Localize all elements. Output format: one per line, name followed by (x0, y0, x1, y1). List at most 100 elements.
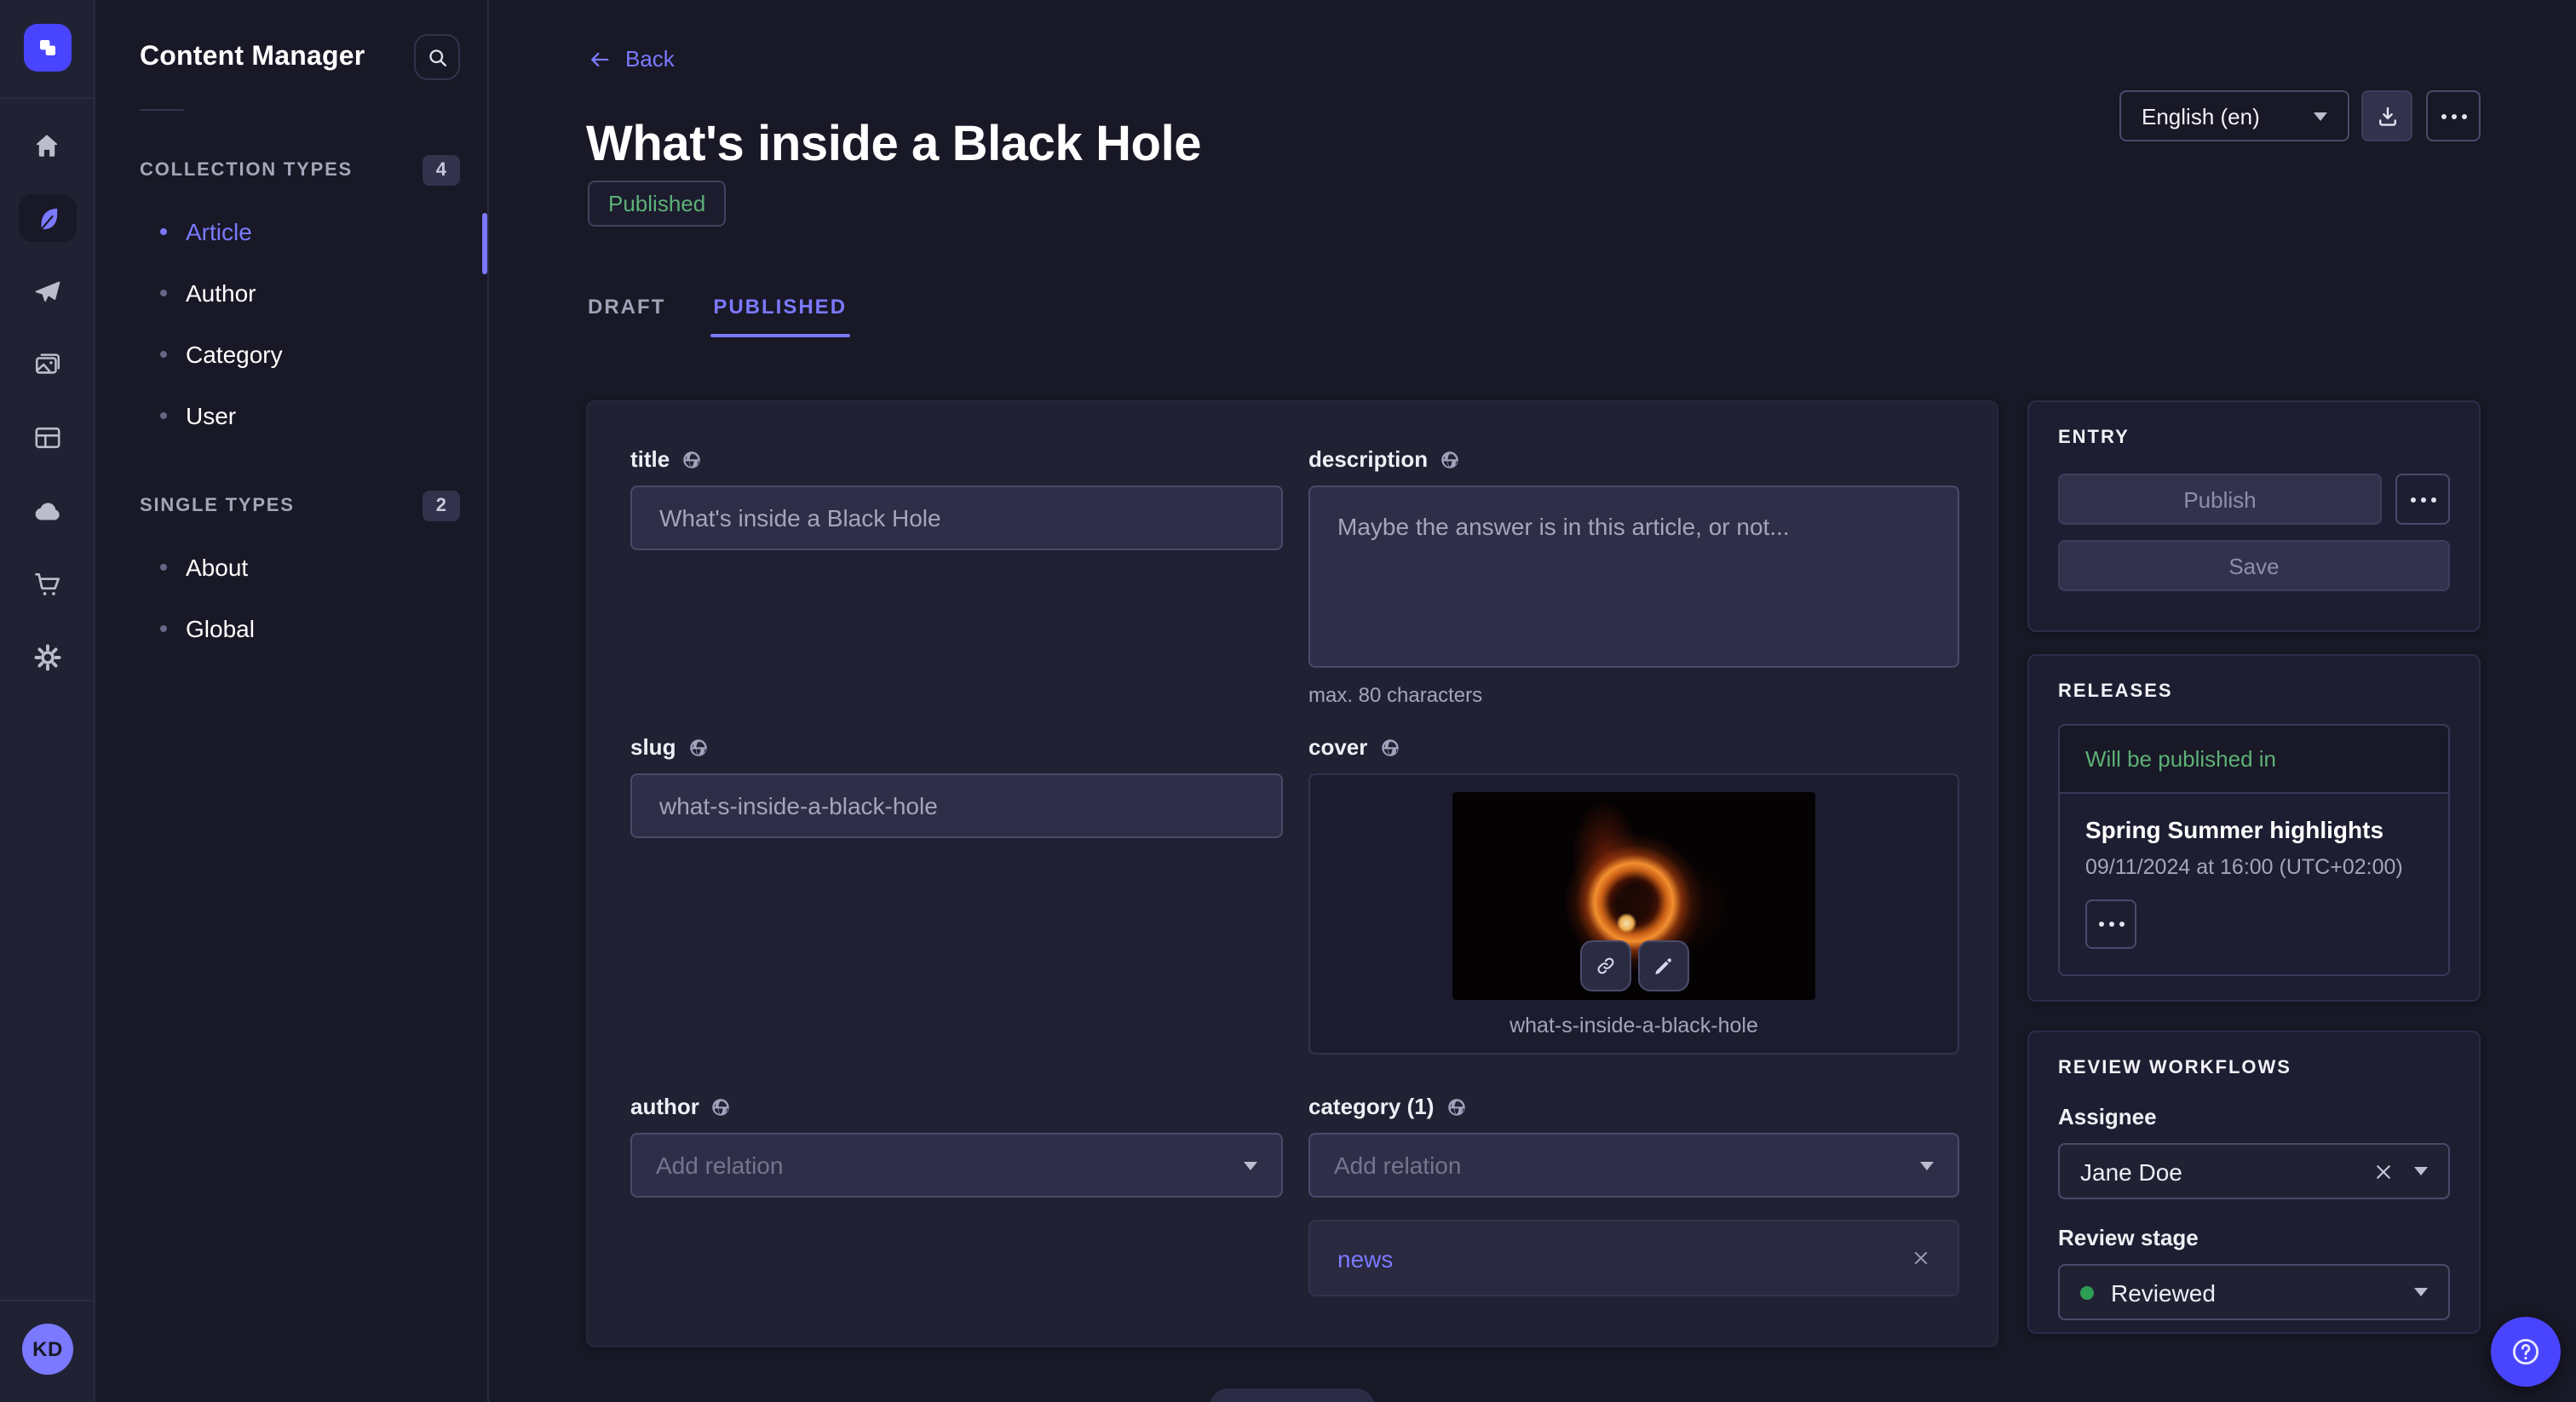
i18n-globe-icon (1440, 449, 1460, 469)
field-title: title What's inside a Black Hole (630, 446, 1283, 550)
user-avatar[interactable]: KD (22, 1324, 73, 1375)
rail-bottom-divider (0, 1300, 94, 1301)
review-workflows-panel: REVIEW WORKFLOWS Assignee Jane Doe Revie… (2027, 1031, 2481, 1334)
review-stage-label: Review stage (2058, 1225, 2450, 1250)
more-actions-button[interactable] (2426, 90, 2481, 141)
strapi-logo[interactable] (24, 24, 72, 72)
field-author-label: author (630, 1094, 699, 1119)
review-stage-select[interactable]: Reviewed (2058, 1264, 2450, 1320)
bullet-icon (160, 564, 167, 571)
version-tabs: DRAFT PUBLISHED (564, 279, 871, 337)
sidebar-header: Content Manager (95, 0, 487, 80)
edit-asset-button[interactable] (1637, 940, 1688, 991)
sidebar-item-user[interactable]: User (140, 385, 460, 446)
content-manager-sidebar: Content Manager COLLECTION TYPES 4 Artic… (95, 0, 489, 1402)
remove-relation-button[interactable] (1912, 1249, 1930, 1267)
field-slug-label: slug (630, 734, 676, 760)
status-badge: Published (588, 181, 726, 227)
chevron-down-icon (1920, 1161, 1934, 1169)
sidebar-divider (140, 109, 184, 111)
back-link[interactable]: Back (588, 46, 675, 72)
field-description-label: description (1308, 446, 1428, 472)
author-relation-select[interactable]: Add relation (630, 1133, 1283, 1198)
assignee-select[interactable]: Jane Doe (2058, 1143, 2450, 1199)
entry-more-button[interactable] (2395, 474, 2450, 525)
i18n-globe-icon (687, 737, 708, 757)
field-cover-label: cover (1308, 734, 1367, 760)
bullet-icon (160, 290, 167, 296)
field-author: author Add relation (630, 1094, 1283, 1198)
rail-nav (0, 121, 94, 681)
bullet-icon (160, 625, 167, 632)
home-icon[interactable] (18, 121, 76, 169)
content-feather-icon[interactable] (18, 194, 76, 242)
tab-published[interactable]: PUBLISHED (689, 279, 871, 337)
link-icon (1593, 954, 1617, 978)
copy-link-button[interactable] (1579, 940, 1630, 991)
cloud-icon[interactable] (18, 487, 76, 535)
entry-panel: ENTRY Publish Save (2027, 400, 2481, 632)
send-icon[interactable] (18, 267, 76, 315)
releases-panel: RELEASES Will be published in Spring Sum… (2027, 654, 2481, 1002)
single-types-section: SINGLE TYPES 2 About Global (95, 489, 487, 659)
media-library-icon[interactable] (18, 341, 76, 388)
title-input[interactable]: What's inside a Black Hole (630, 486, 1283, 550)
collection-types-label: COLLECTION TYPES (140, 160, 353, 181)
collection-types-section: COLLECTION TYPES 4 Article Author Catego… (95, 153, 487, 446)
slug-input[interactable]: what-s-inside-a-black-hole (630, 773, 1283, 838)
help-button[interactable] (2491, 1317, 2561, 1387)
release-name: Spring Summer highlights (2085, 816, 2423, 843)
description-textarea[interactable]: Maybe the answer is in this article, or … (1308, 486, 1959, 668)
i18n-globe-icon (681, 449, 702, 469)
locale-select[interactable]: English (en) (2119, 90, 2349, 141)
release-card: Will be published in Spring Summer highl… (2058, 724, 2450, 976)
tab-draft[interactable]: DRAFT (564, 279, 689, 337)
clear-assignee-button[interactable] (2373, 1161, 2394, 1181)
sidebar-item-category[interactable]: Category (140, 324, 460, 385)
sidebar-item-about[interactable]: About (140, 537, 460, 598)
save-button[interactable]: Save (2058, 540, 2450, 591)
pencil-icon (1652, 955, 1674, 977)
releases-panel-title: RELEASES (2058, 681, 2450, 702)
question-mark-icon (2510, 1336, 2542, 1368)
search-icon (425, 45, 449, 69)
field-category: category (1) Add relation news (1308, 1094, 1959, 1296)
field-description: description Maybe the answer is in this … (1308, 446, 1959, 707)
page-title: What's inside a Black Hole (586, 118, 1201, 175)
release-more-button[interactable] (2085, 899, 2136, 949)
sidebar-item-global[interactable]: Global (140, 598, 460, 659)
chevron-down-icon (2414, 1288, 2428, 1296)
i18n-globe-icon (1446, 1096, 1466, 1117)
marketplace-cart-icon[interactable] (18, 560, 76, 608)
sidebar-item-author[interactable]: Author (140, 262, 460, 324)
more-icon (2410, 497, 2435, 502)
below-fold-button[interactable] (1210, 1388, 1375, 1402)
arrow-left-icon (588, 47, 612, 71)
single-types-count: 2 (423, 491, 460, 521)
edit-form-card: title What's inside a Black Hole descrip… (586, 400, 1998, 1347)
release-datetime: 09/11/2024 at 16:00 (UTC+02:00) (2085, 855, 2423, 879)
relation-news-link[interactable]: news (1337, 1244, 1393, 1272)
more-icon (2098, 922, 2124, 927)
download-button[interactable] (2361, 90, 2412, 141)
bullet-icon (160, 228, 167, 235)
field-title-label: title (630, 446, 670, 472)
cover-image-black-hole (1452, 792, 1815, 1000)
content-builder-icon[interactable] (18, 414, 76, 462)
single-types-list: About Global (140, 537, 460, 659)
stage-status-dot (2080, 1285, 2094, 1299)
i18n-globe-icon (1379, 737, 1400, 757)
sidebar-item-article[interactable]: Article (140, 201, 460, 262)
category-relation-select[interactable]: Add relation (1308, 1133, 1959, 1198)
rail-divider (0, 97, 94, 99)
search-button[interactable] (414, 34, 460, 80)
bullet-icon (160, 412, 167, 419)
active-item-indicator (482, 213, 487, 274)
cover-filename: what-s-inside-a-black-hole (1310, 1014, 1958, 1037)
sidebar-title: Content Manager (140, 42, 365, 72)
publish-button[interactable]: Publish (2058, 474, 2382, 525)
download-icon (2374, 103, 2400, 129)
settings-gear-icon[interactable] (18, 634, 76, 681)
i18n-globe-icon (711, 1096, 732, 1117)
single-types-label: SINGLE TYPES (140, 496, 295, 516)
